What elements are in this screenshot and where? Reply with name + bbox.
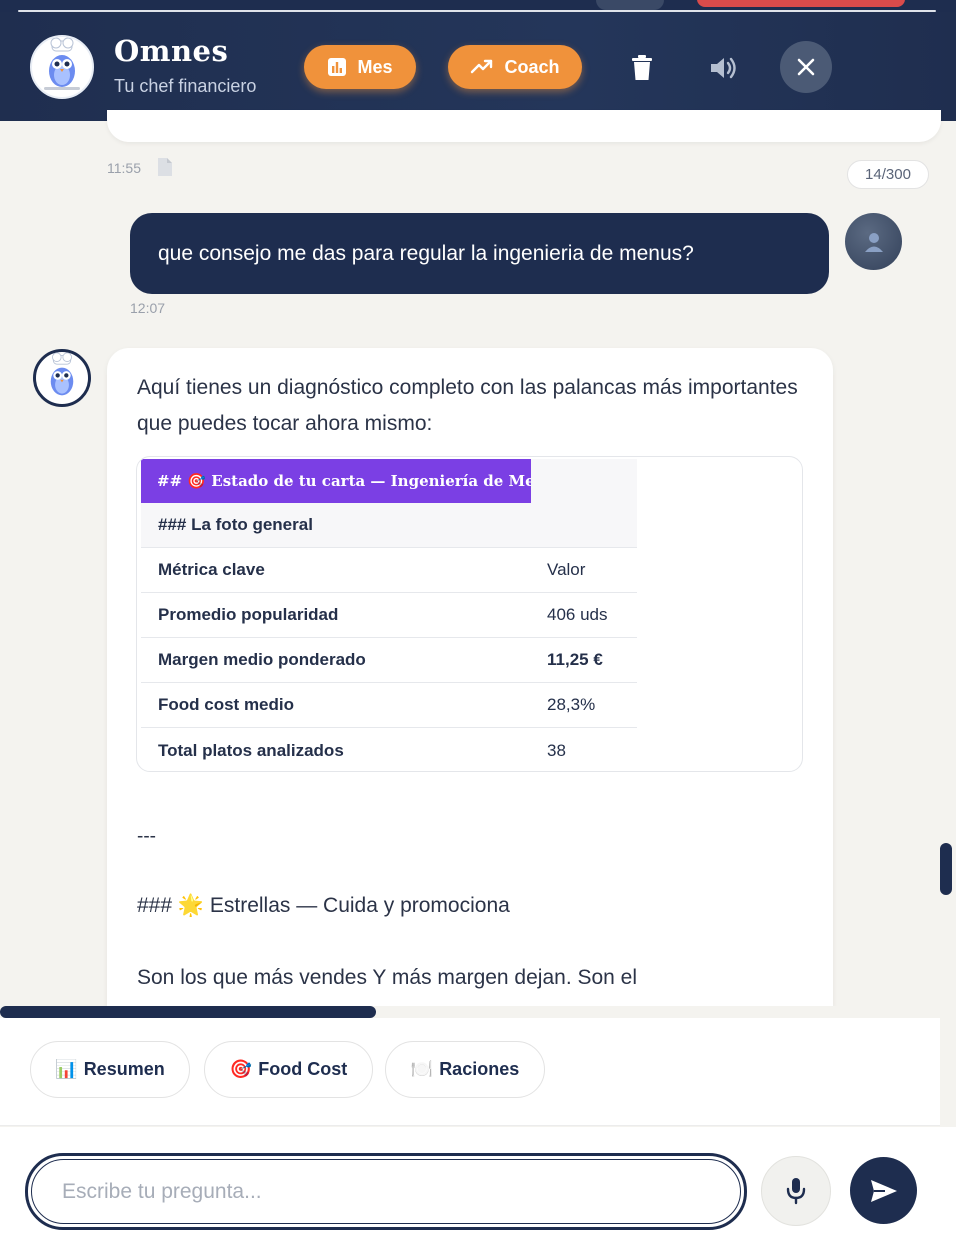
- trash-icon[interactable]: [626, 52, 658, 84]
- character-counter: 14/300: [847, 160, 929, 189]
- message-input[interactable]: [31, 1159, 741, 1224]
- table-cell-metric: Total platos analizados: [158, 740, 344, 760]
- chat-header: Omnes Tu chef financiero Mes Coach: [0, 12, 956, 121]
- previous-bot-bubble: [107, 110, 941, 142]
- bar-chart-emoji-icon: 📊: [55, 1059, 78, 1079]
- table-header-empty: [531, 459, 637, 503]
- section-body-text: Son los que más vendes Y más margen deja…: [137, 966, 638, 989]
- table-row: Margen medio ponderado 11,25 €: [141, 638, 637, 683]
- owl-chef-icon: [44, 37, 80, 90]
- top-pill: [596, 0, 664, 10]
- quick-action-food-cost[interactable]: 🎯 Food Cost: [204, 1041, 373, 1098]
- bot-avatar: [33, 349, 91, 407]
- quick-action-label: Food Cost: [258, 1059, 348, 1079]
- user-message-bubble: que consejo me das para regular la ingen…: [130, 213, 829, 294]
- table-cell-value: 11,25 €: [547, 650, 603, 669]
- quick-action-resumen[interactable]: 📊 Resumen: [30, 1041, 190, 1098]
- user-avatar: [845, 213, 902, 270]
- table-cell-metric: Food cost medio: [158, 695, 294, 714]
- microphone-icon: [786, 1178, 806, 1205]
- owl-chef-icon: [50, 352, 74, 396]
- table-column-row: Métrica clave Valor: [141, 548, 637, 593]
- coach-button[interactable]: Coach: [448, 45, 582, 89]
- mes-button[interactable]: Mes: [304, 45, 416, 89]
- markdown-separator: ---: [137, 826, 156, 847]
- message-input-bar: [0, 1127, 956, 1256]
- table-cell-value: 28,3%: [547, 695, 596, 714]
- metrics-table-card: ## 🎯 Estado de tu carta — Ingeniería de …: [136, 456, 803, 772]
- plate-emoji-icon: 🍽️: [410, 1059, 434, 1079]
- microphone-button[interactable]: [761, 1156, 831, 1226]
- bot-intro-text: Aquí tienes un diagnóstico completo con …: [137, 376, 798, 435]
- table-cell-metric: Margen medio ponderado: [158, 650, 366, 669]
- table-header-row: ## 🎯 Estado de tu carta — Ingeniería de …: [141, 459, 637, 503]
- quick-action-label: Resumen: [83, 1059, 165, 1079]
- send-button[interactable]: [850, 1157, 917, 1224]
- user-silhouette-icon: [864, 232, 883, 252]
- user-message-text: que consejo me das para regular la ingen…: [158, 241, 694, 265]
- metrics-table: ## 🎯 Estado de tu carta — Ingeniería de …: [141, 459, 637, 771]
- mes-button-label: Mes: [357, 56, 393, 77]
- close-icon: [797, 58, 815, 76]
- table-subheader-row: ### La foto general: [141, 503, 637, 548]
- quick-actions-scrollbar[interactable]: [0, 1006, 376, 1018]
- previous-timestamp: 11:55: [107, 160, 141, 176]
- table-cell-value: 38: [547, 740, 566, 760]
- owl-chef-avatar: [30, 35, 94, 99]
- app-subtitle: Tu chef financiero: [114, 76, 257, 96]
- table-row: Total platos analizados 38: [141, 728, 637, 771]
- chat-scrollbar-thumb[interactable]: [940, 843, 952, 895]
- section-heading: ### 🌟 Estrellas — Cuida y promociona: [137, 894, 510, 917]
- quick-action-raciones[interactable]: 🍽️ Raciones: [385, 1041, 545, 1098]
- target-emoji-icon: 🎯: [229, 1059, 253, 1079]
- table-cell-value: 406 uds: [547, 605, 608, 624]
- quick-actions-bar: 📊 Resumen 🎯 Food Cost 🍽️ Raciones: [0, 1018, 940, 1126]
- quick-action-label: Raciones: [439, 1059, 520, 1079]
- table-header-title: ## 🎯 Estado de tu carta — Ingeniería de …: [141, 459, 557, 503]
- copy-document-icon[interactable]: [156, 157, 174, 181]
- trending-up-icon: [471, 59, 493, 74]
- close-button[interactable]: [780, 41, 832, 93]
- table-subheader: ### La foto general: [158, 515, 313, 534]
- bar-chart-icon: [328, 58, 347, 76]
- table-cell-metric: Promedio popularidad: [158, 605, 339, 624]
- table-row: Food cost medio 28,3%: [141, 683, 637, 728]
- top-red-pill: [697, 0, 905, 7]
- volume-icon[interactable]: [708, 52, 740, 84]
- coach-button-label: Coach: [504, 56, 560, 77]
- app-title: Omnes: [114, 34, 229, 68]
- message-input-wrapper: [25, 1153, 747, 1230]
- user-timestamp: 12:07: [130, 300, 166, 316]
- column-header-value: Valor: [547, 560, 586, 579]
- table-row: Promedio popularidad 406 uds: [141, 593, 637, 638]
- send-icon: [870, 1179, 897, 1202]
- column-header-metric: Métrica clave: [158, 560, 265, 579]
- bot-message-bubble: Aquí tienes un diagnóstico completo con …: [107, 348, 833, 1028]
